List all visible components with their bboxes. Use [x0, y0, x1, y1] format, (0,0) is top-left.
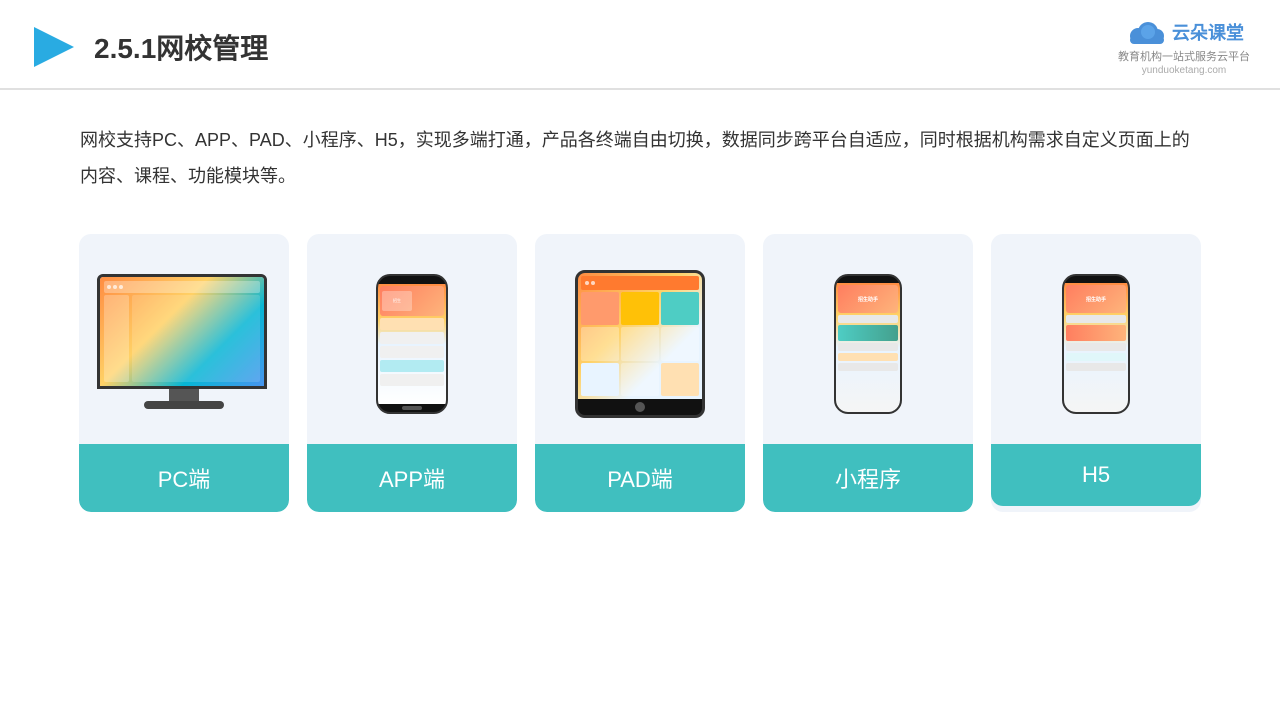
card-pc-image — [79, 254, 289, 434]
header-left: 2.5.1网校管理 — [30, 23, 268, 71]
card-h5: 招生助手 H5 — [991, 234, 1201, 512]
page-title: 2.5.1网校管理 — [94, 27, 268, 67]
card-pc: PC端 — [79, 234, 289, 512]
card-miniprogram-label: 小程序 — [763, 444, 973, 512]
logo-cloud: 云朵课堂 — [1124, 18, 1244, 46]
description-text: 网校支持PC、APP、PAD、小程序、H5，实现多端打通，产品各终端自由切换，数… — [0, 90, 1280, 214]
card-pc-label: PC端 — [79, 444, 289, 512]
card-h5-label: H5 — [991, 444, 1201, 506]
cards-area: PC端 招生 — [0, 214, 1280, 532]
pc-mockup — [97, 274, 272, 414]
card-miniprogram-image: 招生助手 — [763, 254, 973, 434]
card-pad-label: PAD端 — [535, 444, 745, 512]
logo-area: 云朵课堂 教育机构一站式服务云平台 yunduoketang.com — [1118, 18, 1250, 76]
logo-tagline: 教育机构一站式服务云平台 — [1118, 48, 1250, 64]
card-app-image: 招生 — [307, 254, 517, 434]
play-icon — [30, 23, 78, 71]
h5-phone-mockup: 招生助手 — [1062, 274, 1130, 414]
cloud-icon — [1124, 18, 1166, 46]
card-app: 招生 APP端 — [307, 234, 517, 512]
card-app-label: APP端 — [307, 444, 517, 512]
page-header: 2.5.1网校管理 云朵课堂 教育机构一站式服务云平台 yunduoketang… — [0, 0, 1280, 90]
logo-domain: yunduoketang.com — [1142, 65, 1227, 76]
card-pad: PAD端 — [535, 234, 745, 512]
card-miniprogram: 招生助手 小程序 — [763, 234, 973, 512]
pad-tablet-mockup — [575, 270, 705, 418]
miniprogram-phone-mockup: 招生助手 — [834, 274, 902, 414]
card-h5-image: 招生助手 — [991, 254, 1201, 434]
app-phone-mockup: 招生 — [376, 274, 448, 414]
logo-brand-text: 云朵课堂 — [1172, 19, 1244, 45]
card-pad-image — [535, 254, 745, 434]
